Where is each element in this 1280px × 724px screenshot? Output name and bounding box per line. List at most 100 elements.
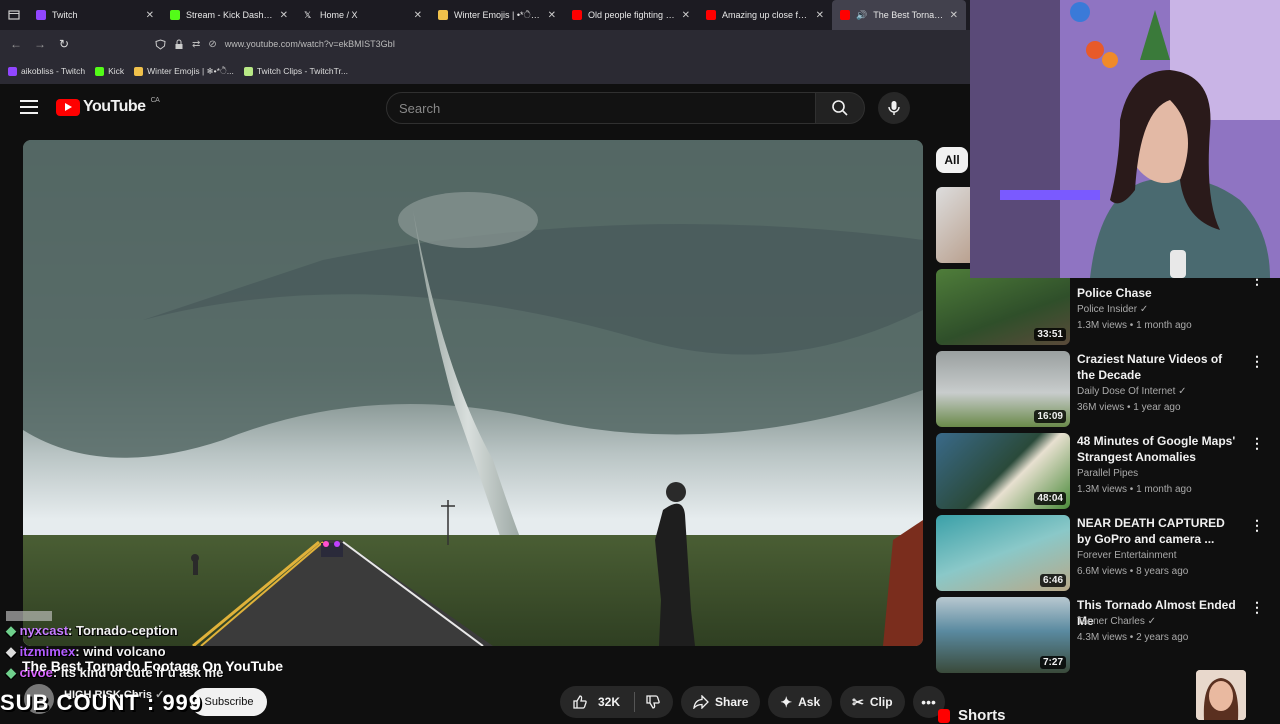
video-player[interactable] (23, 140, 923, 646)
recommendation-item[interactable]: 48:04 48 Minutes of Google Maps' Strange… (936, 433, 1264, 511)
browser-tab[interactable]: Winter Emojis | •*ੈ✩‧₊˚ ✕ (430, 0, 564, 30)
shield-icon[interactable] (155, 38, 166, 50)
video-duration: 6:46 (1039, 574, 1066, 587)
video-title: The Best Tornado Footage On YouTube (22, 658, 284, 674)
channel-name[interactable]: Forever Entertainment (1077, 550, 1177, 561)
video-duration: 16:09 (1034, 410, 1066, 423)
lock-icon[interactable] (174, 39, 184, 50)
microphone-icon (888, 101, 900, 115)
more-icon[interactable]: ⋮ (1250, 435, 1264, 452)
video-duration: 7:27 (1039, 656, 1066, 669)
chip-all[interactable]: All (936, 147, 968, 173)
video-title[interactable]: Police Chase (1077, 285, 1242, 301)
chat-message: ◆ nyxcast: Tornado-ception (6, 623, 178, 638)
youtube-logo[interactable]: YouTube CA (56, 97, 160, 116)
menu-icon[interactable] (20, 100, 38, 114)
bookmark-item[interactable]: aikobliss - Twitch (8, 66, 85, 76)
channel-name[interactable]: Police Insider ✓ (1077, 304, 1148, 315)
close-icon[interactable]: ✕ (414, 10, 422, 21)
badge-icon (6, 611, 52, 621)
video-meta: 6.6M views • 8 years ago (1077, 566, 1189, 577)
more-icon[interactable]: ⋮ (1250, 599, 1264, 616)
youtube-icon (706, 10, 716, 20)
shorts-icon (938, 708, 950, 723)
browser-tab[interactable]: Amazing up close footage✕ (698, 0, 832, 30)
subscribe-button[interactable]: Subscribe (191, 688, 267, 716)
video-thumbnail[interactable]: 7:27 (936, 597, 1070, 673)
video-actions: 32K Share ✦ Ask ✂ Clip ••• (560, 686, 945, 718)
picture-in-picture-thumbnail[interactable] (1196, 670, 1246, 720)
video-title[interactable]: 48 Minutes of Google Maps' Strangest Ano… (1077, 433, 1242, 465)
kick-icon (95, 66, 105, 76)
close-icon[interactable]: ✕ (146, 10, 154, 21)
thumbs-down-icon[interactable] (645, 694, 661, 710)
webcam-overlay (970, 0, 1280, 278)
scissors-icon: ✂ (852, 693, 864, 710)
browser-tab[interactable]: Old people fighting - YouTu✕ (564, 0, 698, 30)
channel-name[interactable]: Tanner Charles ✓ (1077, 616, 1156, 627)
video-meta: 4.3M views • 2 years ago (1077, 632, 1189, 643)
close-icon[interactable]: ✕ (548, 10, 556, 21)
sparkle-icon: ✦ (780, 693, 793, 710)
youtube-icon (572, 10, 582, 20)
forward-icon[interactable]: → (28, 37, 52, 51)
shorts-shelf-heading: Shorts (938, 707, 1006, 724)
youtube-icon (840, 10, 850, 20)
permissions-icon[interactable]: ⇄ (192, 39, 200, 50)
video-frame (23, 140, 923, 646)
browser-tab[interactable]: 𝕏 Home / X ✕ (296, 0, 430, 30)
more-icon[interactable]: ⋮ (1250, 353, 1264, 370)
search-icon (832, 100, 848, 116)
browser-tab[interactable]: Twitch ✕ (28, 0, 162, 30)
recommendation-item[interactable]: 33:51 Police Chase Police Insider ✓ 1.3M… (936, 269, 1264, 347)
video-title[interactable]: Craziest Nature Videos of the Decade (1077, 351, 1242, 383)
ask-button[interactable]: ✦ Ask (768, 686, 833, 718)
x-icon: 𝕏 (304, 10, 312, 20)
url-bar[interactable]: ⇄ ⊘ www.youtube.com/watch?v=ekBMIST3GbI (155, 33, 935, 55)
voice-search-button[interactable] (878, 92, 910, 124)
channel-name[interactable]: Daily Dose Of Internet ✓ (1077, 386, 1187, 397)
reload-icon[interactable]: ↻ (52, 37, 76, 51)
pip-face (1196, 670, 1246, 720)
autoplay-blocked-icon[interactable]: ⊘ (208, 39, 216, 50)
video-thumbnail[interactable]: 48:04 (936, 433, 1070, 509)
like-button[interactable]: 32K (560, 686, 674, 718)
channel-name[interactable]: Parallel Pipes (1077, 468, 1138, 479)
bookmark-item[interactable]: Winter Emojis | ❄︎•*ੈ... (134, 66, 234, 77)
chat-badges (6, 606, 223, 621)
url-text[interactable]: www.youtube.com/watch?v=ekBMIST3GbI (225, 39, 395, 49)
close-icon[interactable]: ✕ (816, 10, 824, 21)
video-meta: 36M views • 1 year ago (1077, 402, 1181, 413)
close-icon[interactable]: ✕ (280, 10, 288, 21)
twitchtracker-icon (243, 66, 253, 76)
video-thumbnail[interactable]: 33:51 (936, 269, 1070, 345)
share-icon (693, 695, 709, 709)
video-title[interactable]: NEAR DEATH CAPTURED by GoPro and camera … (1077, 515, 1242, 547)
share-button[interactable]: Share (681, 686, 761, 718)
bookmark-item[interactable]: Twitch Clips - TwitchTr... (243, 66, 348, 76)
close-icon[interactable]: ✕ (682, 10, 690, 21)
video-duration: 48:04 (1034, 492, 1066, 505)
search-button[interactable] (815, 92, 865, 124)
clip-button[interactable]: ✂ Clip (840, 686, 905, 718)
video-thumbnail[interactable]: 16:09 (936, 351, 1070, 427)
video-meta: 1.3M views • 1 month ago (1077, 320, 1192, 331)
badge-icon: ◆ (6, 623, 20, 638)
speaker-icon[interactable]: 🔊 (856, 10, 867, 21)
back-icon[interactable]: ← (4, 37, 28, 51)
tab-list-button[interactable] (0, 0, 28, 30)
search-input[interactable]: Search (386, 92, 816, 124)
browser-tab-bar: Twitch✕ Stream - Kick Dashboard✕ 𝕏Home /… (0, 0, 970, 30)
bookmark-item[interactable]: Kick (95, 66, 124, 76)
recommendation-item[interactable]: 6:46 NEAR DEATH CAPTURED by GoPro and ca… (936, 515, 1264, 593)
thumbs-up-icon (573, 695, 587, 709)
tab-list-icon (8, 10, 20, 20)
browser-tab-active[interactable]: 🔊The Best Tornado Foot✕ (832, 0, 966, 30)
more-icon[interactable]: ⋮ (1250, 517, 1264, 534)
video-thumbnail[interactable]: 6:46 (936, 515, 1070, 591)
kick-icon (170, 10, 180, 20)
browser-tab[interactable]: Stream - Kick Dashboard✕ (162, 0, 296, 30)
recommendation-item[interactable]: 7:27 This Tornado Almost Ended Me Tanner… (936, 597, 1264, 675)
recommendation-item[interactable]: 16:09 Craziest Nature Videos of the Deca… (936, 351, 1264, 429)
close-icon[interactable]: ✕ (950, 10, 958, 21)
